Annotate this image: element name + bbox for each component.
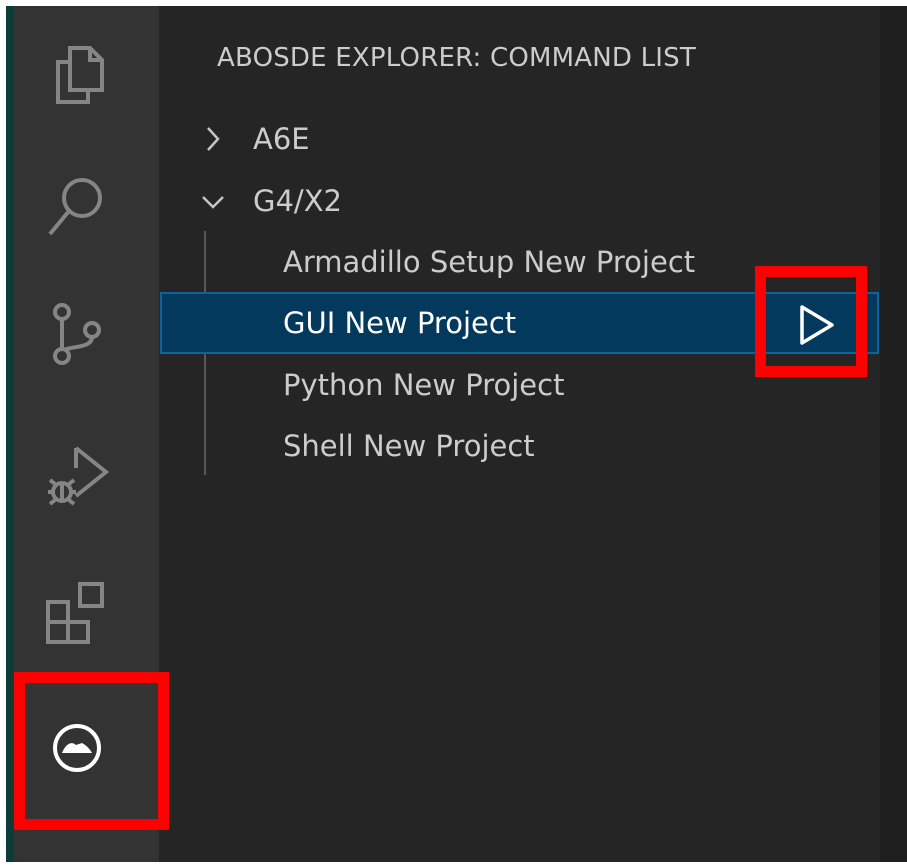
source-control-icon[interactable]	[42, 298, 112, 368]
panel-title: ABOSDE EXPLORER: COMMAND LIST	[217, 43, 696, 73]
run-debug-icon[interactable]	[42, 440, 112, 510]
chevron-right-icon	[196, 122, 230, 156]
tree-item-g4-x2[interactable]: G4/X2	[160, 170, 879, 232]
highlight-run-button	[755, 266, 867, 377]
tree-item-label: Python New Project	[283, 368, 565, 402]
tree-item-shell-new-project[interactable]: Shell New Project	[160, 415, 879, 477]
window-edge	[6, 6, 14, 862]
highlight-abosde-icon	[14, 672, 169, 830]
tree-item-label: G4/X2	[253, 184, 343, 218]
editor-edge	[880, 6, 907, 862]
explorer-icon[interactable]	[42, 40, 112, 110]
tree-item-label: Shell New Project	[283, 429, 535, 463]
tree-item-label: A6E	[253, 122, 310, 156]
vscode-window: ABOSDE EXPLORER: COMMAND LIST A6E G4/X2 …	[0, 0, 907, 866]
search-icon[interactable]	[42, 172, 112, 242]
tree-item-a6e[interactable]: A6E	[160, 108, 879, 170]
tree-item-label: GUI New Project	[283, 306, 517, 340]
chevron-down-icon	[196, 184, 230, 218]
extensions-icon[interactable]	[42, 578, 112, 648]
tree-item-label: Armadillo Setup New Project	[283, 245, 696, 279]
